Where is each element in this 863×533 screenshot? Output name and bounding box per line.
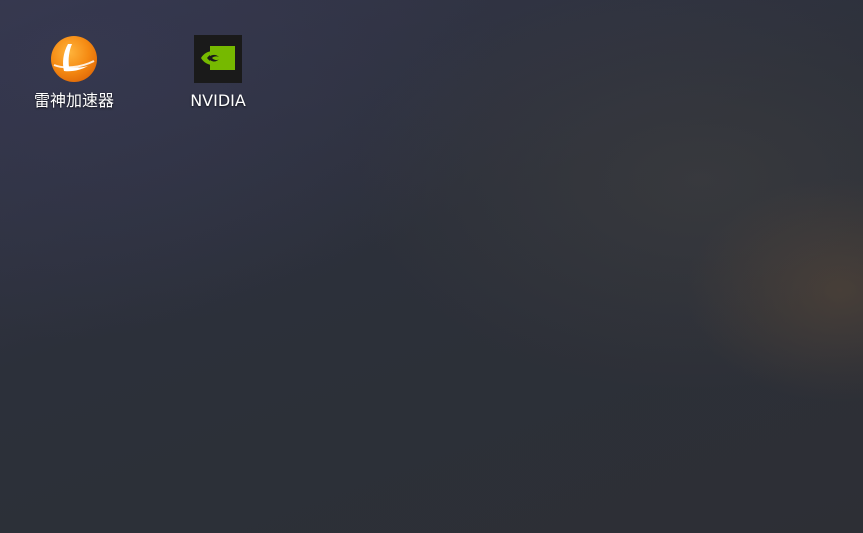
leishen-logo-icon: [48, 33, 100, 85]
nvidia-logo-icon: [192, 33, 244, 85]
desktop-icon-label: 雷神加速器: [33, 91, 114, 110]
desktop-icon-nvidia[interactable]: NVIDIA: [158, 33, 278, 119]
desktop-icon-leishen-accelerator[interactable]: 雷神加速器: [14, 33, 134, 119]
desktop-icon-label: NVIDIA: [190, 91, 246, 110]
desktop[interactable]: 雷神加速器 NVIDIA: [0, 0, 863, 533]
